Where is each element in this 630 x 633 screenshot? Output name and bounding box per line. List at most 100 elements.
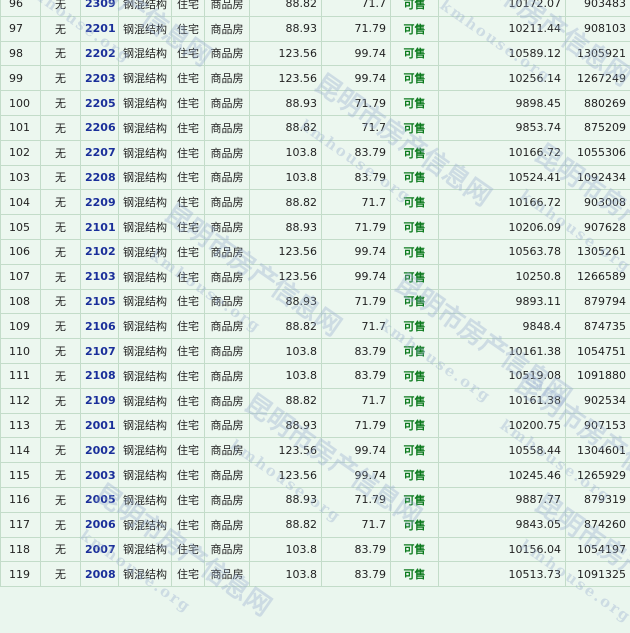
room-number-link[interactable]: 2003 <box>85 469 116 482</box>
structure-cell: 钢混结构 <box>119 264 172 289</box>
room-number-link[interactable]: 2208 <box>85 171 116 184</box>
usage-cell: 住宅 <box>172 363 205 388</box>
room-number-cell: 2105 <box>81 289 119 314</box>
room-number-link[interactable]: 2209 <box>85 196 116 209</box>
room-number-link[interactable]: 2006 <box>85 518 116 531</box>
building-area-cell: 103.8 <box>250 363 322 388</box>
room-number-link[interactable]: 2102 <box>85 245 116 258</box>
room-number-link[interactable]: 2205 <box>85 97 116 110</box>
row-index-cell: 103 <box>1 165 41 190</box>
usage-cell: 住宅 <box>172 165 205 190</box>
property-type-cell: 商品房 <box>205 91 250 116</box>
room-number-link[interactable]: 2105 <box>85 295 116 308</box>
sale-status-cell: 可售 <box>391 91 439 116</box>
sale-status-cell: 可售 <box>391 41 439 66</box>
total-price-cell: 1091880 <box>566 363 630 388</box>
building-area-cell: 103.8 <box>250 339 322 364</box>
usage-cell: 住宅 <box>172 388 205 413</box>
room-number-link[interactable]: 2005 <box>85 493 116 506</box>
room-number-link[interactable]: 2101 <box>85 221 116 234</box>
unit-type-cell: 无 <box>41 91 81 116</box>
unit-price-cell: 10563.78 <box>439 239 566 264</box>
room-number-link[interactable]: 2202 <box>85 47 116 60</box>
unit-type-cell: 无 <box>41 487 81 512</box>
total-price-cell: 1305921 <box>566 41 630 66</box>
unit-price-cell: 9853.74 <box>439 115 566 140</box>
indoor-area-cell: 71.7 <box>322 190 391 215</box>
total-price-cell: 1305261 <box>566 239 630 264</box>
total-price-cell: 1265929 <box>566 463 630 488</box>
unit-price-cell: 10172.07 <box>439 0 566 16</box>
unit-price-cell: 9887.77 <box>439 487 566 512</box>
property-type-cell: 商品房 <box>205 66 250 91</box>
table-body: 96无2309钢混结构住宅商品房88.8271.7可售10172.0790348… <box>1 0 630 587</box>
sale-status-cell: 可售 <box>391 463 439 488</box>
room-number-link[interactable]: 2309 <box>85 0 116 10</box>
property-type-cell: 商品房 <box>205 16 250 41</box>
sale-status-cell: 可售 <box>391 339 439 364</box>
room-number-link[interactable]: 2107 <box>85 345 116 358</box>
room-number-link[interactable]: 2008 <box>85 568 116 581</box>
property-type-cell: 商品房 <box>205 190 250 215</box>
row-index-cell: 119 <box>1 562 41 587</box>
unit-price-cell: 10211.44 <box>439 16 566 41</box>
total-price-cell: 902534 <box>566 388 630 413</box>
room-number-link[interactable]: 2207 <box>85 146 116 159</box>
room-number-link[interactable]: 2108 <box>85 369 116 382</box>
room-number-link[interactable]: 2007 <box>85 543 116 556</box>
unit-type-cell: 无 <box>41 388 81 413</box>
row-index-cell: 118 <box>1 537 41 562</box>
room-number-link[interactable]: 2103 <box>85 270 116 283</box>
structure-cell: 钢混结构 <box>119 562 172 587</box>
usage-cell: 住宅 <box>172 41 205 66</box>
room-number-link[interactable]: 2109 <box>85 394 116 407</box>
table-row: 110无2107钢混结构住宅商品房103.883.79可售10161.38105… <box>1 339 630 364</box>
unit-price-cell: 9898.45 <box>439 91 566 116</box>
table-row: 117无2006钢混结构住宅商品房88.8271.7可售9843.0587426… <box>1 512 630 537</box>
property-type-cell: 商品房 <box>205 537 250 562</box>
property-type-cell: 商品房 <box>205 140 250 165</box>
table-row: 98无2202钢混结构住宅商品房123.5699.74可售10589.12130… <box>1 41 630 66</box>
indoor-area-cell: 83.79 <box>322 363 391 388</box>
housing-units-table: 96无2309钢混结构住宅商品房88.8271.7可售10172.0790348… <box>0 0 630 587</box>
room-number-link[interactable]: 2203 <box>85 72 116 85</box>
property-type-cell: 商品房 <box>205 289 250 314</box>
sale-status-cell: 可售 <box>391 239 439 264</box>
room-number-cell: 2102 <box>81 239 119 264</box>
room-number-link[interactable]: 2206 <box>85 121 116 134</box>
unit-type-cell: 无 <box>41 115 81 140</box>
row-index-cell: 107 <box>1 264 41 289</box>
room-number-link[interactable]: 2201 <box>85 22 116 35</box>
usage-cell: 住宅 <box>172 537 205 562</box>
indoor-area-cell: 71.79 <box>322 289 391 314</box>
usage-cell: 住宅 <box>172 215 205 240</box>
building-area-cell: 123.56 <box>250 239 322 264</box>
unit-type-cell: 无 <box>41 463 81 488</box>
usage-cell: 住宅 <box>172 487 205 512</box>
indoor-area-cell: 83.79 <box>322 562 391 587</box>
row-index-cell: 104 <box>1 190 41 215</box>
room-number-link[interactable]: 2001 <box>85 419 116 432</box>
room-number-cell: 2008 <box>81 562 119 587</box>
structure-cell: 钢混结构 <box>119 66 172 91</box>
usage-cell: 住宅 <box>172 66 205 91</box>
table-row: 100无2205钢混结构住宅商品房88.9371.79可售9898.458802… <box>1 91 630 116</box>
property-type-cell: 商品房 <box>205 363 250 388</box>
room-number-link[interactable]: 2106 <box>85 320 116 333</box>
row-index-cell: 105 <box>1 215 41 240</box>
property-type-cell: 商品房 <box>205 314 250 339</box>
property-type-cell: 商品房 <box>205 339 250 364</box>
property-type-cell: 商品房 <box>205 0 250 16</box>
table-row: 119无2008钢混结构住宅商品房103.883.79可售10513.73109… <box>1 562 630 587</box>
table-row: 107无2103钢混结构住宅商品房123.5699.74可售10250.8126… <box>1 264 630 289</box>
indoor-area-cell: 99.74 <box>322 264 391 289</box>
usage-cell: 住宅 <box>172 239 205 264</box>
room-number-cell: 2107 <box>81 339 119 364</box>
unit-type-cell: 无 <box>41 339 81 364</box>
usage-cell: 住宅 <box>172 264 205 289</box>
structure-cell: 钢混结构 <box>119 165 172 190</box>
property-type-cell: 商品房 <box>205 388 250 413</box>
table-row: 109无2106钢混结构住宅商品房88.8271.7可售9848.4874735 <box>1 314 630 339</box>
table-row: 115无2003钢混结构住宅商品房123.5699.74可售10245.4612… <box>1 463 630 488</box>
room-number-link[interactable]: 2002 <box>85 444 116 457</box>
